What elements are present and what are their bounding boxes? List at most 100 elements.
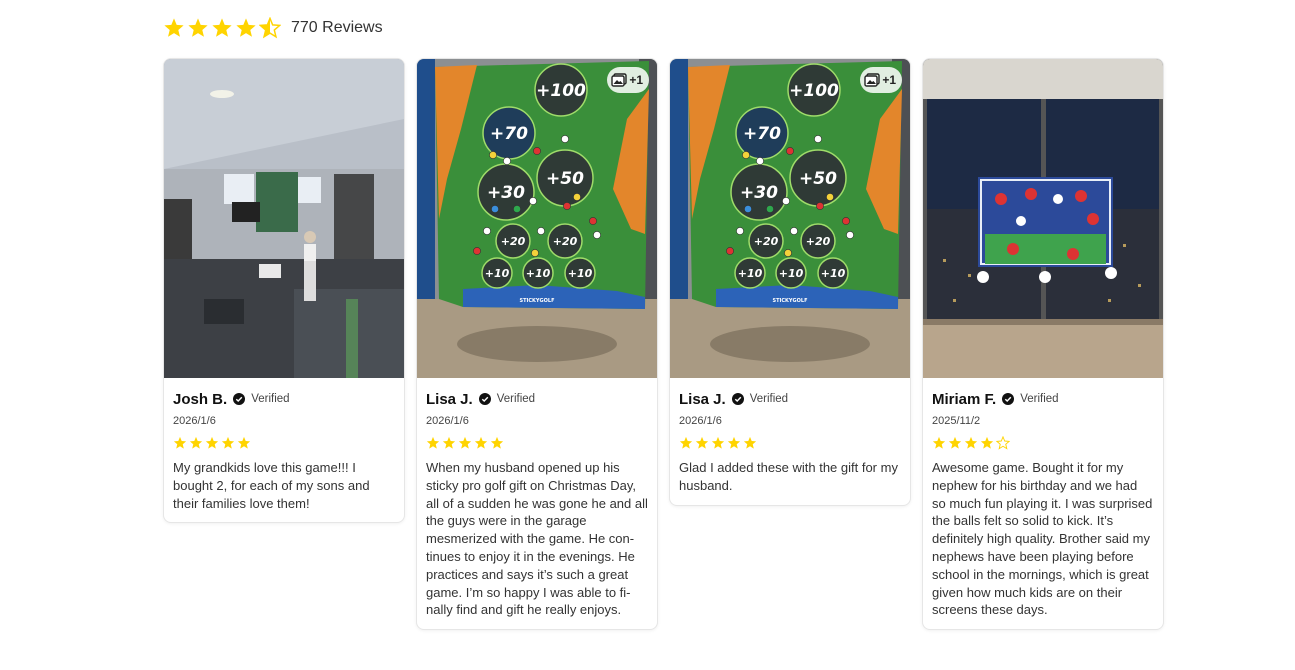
reviewer-name: Miriam F. [932,390,997,408]
reviewer-name: Lisa J. [679,390,726,408]
review-rating-stars [173,436,395,450]
star-full-icon [711,436,725,449]
target-score-label: +20 [806,235,831,248]
sticky-ball [533,147,541,155]
star-full-icon [932,436,946,449]
review-photo[interactable]: +100 +70 +50 +30 +20 +20 +10 +10 +10 STICKYGOLF +… [417,59,657,378]
sticky-ball [531,249,539,257]
more-photos-count: +1 [629,73,643,87]
star-full-icon [458,436,472,449]
target-score-label: +10 [568,267,593,280]
star-full-icon [173,436,187,449]
star-full-icon [221,436,235,449]
review-card[interactable]: Josh B. Verified 2026/1/6 My grandkids l… [163,58,405,524]
target-score-label: +20 [553,235,578,248]
soccer-target-window-photo [923,59,1163,378]
sticky-ball [483,227,491,235]
star-full-icon [236,18,256,37]
target-score-label: +100 [536,81,586,101]
target-score-label: +10 [526,267,551,280]
review-rating-stars [932,436,1154,450]
verified-check-icon [731,393,744,405]
review-photo[interactable] [164,59,404,378]
sticky-ball [826,193,834,201]
sticky-ball [784,249,792,257]
basement-golf-photo [164,59,404,378]
sticky-ball [842,217,850,225]
more-photos-badge[interactable]: +1 [860,67,902,93]
sticky-ball [736,227,744,235]
verified-check-icon [478,393,491,405]
star-full-icon [164,18,184,37]
sticky-ball [744,205,752,213]
rating-summary: 770 Reviews [163,14,383,42]
review-date: 2026/1/6 [426,415,469,427]
review-text: Glad I added these with the gift for my … [679,460,898,493]
review-card[interactable]: +100 +70 +50 +30 +20 +20 +10 +10 +10 STICKYGOLF +… [669,58,911,506]
target-score-label: +70 [743,124,781,144]
average-rating-stars [163,17,281,39]
sticky-ball [726,247,734,255]
star-full-icon [964,436,978,449]
sticky-ball [573,193,581,201]
star-empty-icon [996,436,1010,450]
star-full-icon [490,436,504,449]
target-score-label: +10 [738,267,763,280]
target-score-label: +20 [501,235,526,248]
review-rating-stars [426,436,648,450]
star-full-icon [679,436,693,449]
review-photo[interactable]: +100 +70 +50 +30 +20 +20 +10 +10 +10 STICKYGOLF +… [670,59,910,378]
sticky-ball [782,197,790,205]
star-full-icon [212,18,232,37]
sticky-ball [846,231,854,239]
star-full-icon [189,436,203,449]
review-card[interactable]: Miriam F. Verified 2025/11/2 Awesome gam… [922,58,1164,631]
sticky-ball [563,202,571,210]
star-full-icon [474,436,488,449]
sticky-ball [529,197,537,205]
review-date: 2025/11/2 [932,415,981,427]
review-text: Awesome game. Bought it for my nephew fo… [932,460,1153,618]
target-score-label: +10 [779,267,804,280]
sticky-ball [589,217,597,225]
target-score-label: +10 [821,267,846,280]
sticky-ball [814,135,822,143]
more-photos-count: +1 [882,73,896,87]
sticky-ball [742,151,750,159]
star-full-icon [743,436,757,449]
star-full-icon [980,436,994,449]
sticky-ball [766,205,774,213]
verified-check-icon [1002,393,1015,405]
target-score-label: +50 [546,169,584,189]
verified-label: Verified [251,393,290,405]
more-photos-badge[interactable]: +1 [607,67,649,93]
star-full-icon [205,436,219,449]
review-card[interactable]: +100 +70 +50 +30 +20 +20 +10 +10 +10 STICKYGOLF +… [416,58,658,631]
star-half-icon [259,17,281,39]
reviewer-name: Josh B. [173,390,228,408]
sticky-ball [756,157,764,165]
target-score-label: +30 [487,183,525,203]
sticky-ball [786,147,794,155]
star-full-icon [237,436,251,449]
sticky-ball [491,205,499,213]
sticky-ball [790,227,798,235]
review-date: 2026/1/6 [679,415,722,427]
sticky-ball [537,227,545,235]
verified-check-icon [233,393,246,405]
verified-label: Verified [496,393,536,405]
verified-label: Verified [1020,393,1059,405]
star-full-icon [948,436,962,449]
star-full-icon [442,436,456,449]
review-photo[interactable] [923,59,1163,378]
sticky-ball [513,205,521,213]
reviewer-name: Lisa J. [426,390,473,408]
sticky-ball [473,247,481,255]
star-full-icon [727,436,741,449]
sticky-ball [489,151,497,159]
golf-target-mat-photo: +100 +70 +50 +30 +20 +20 +10 +10 +10 STICKYGOLF [417,59,657,378]
review-date: 2026/1/6 [173,415,216,427]
sticky-ball [593,231,601,239]
sticky-ball [561,135,569,143]
review-count[interactable]: 770 Reviews [291,19,383,37]
